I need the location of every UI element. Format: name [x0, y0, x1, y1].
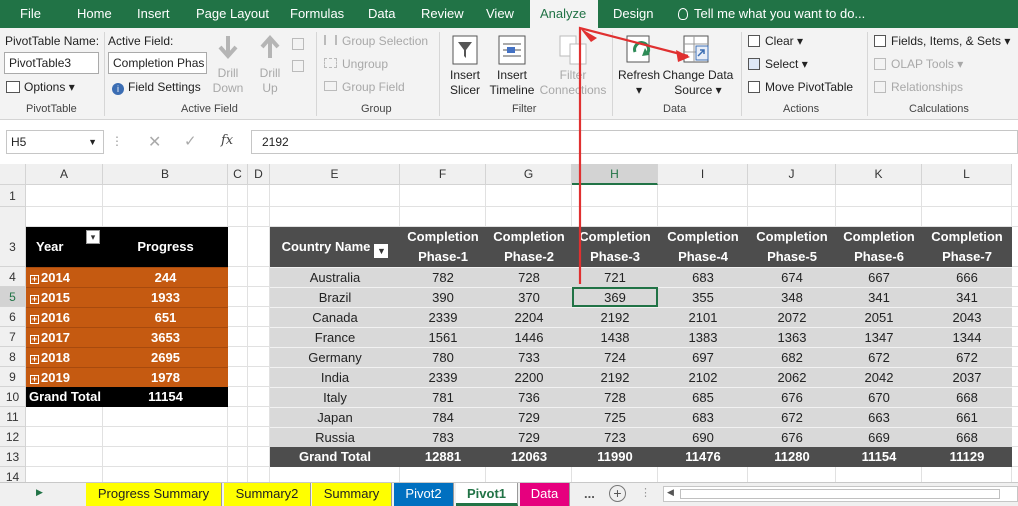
annotation-arrow-line	[578, 26, 689, 284]
annotation-arrows	[578, 26, 690, 284]
arrowhead-icon	[676, 50, 690, 62]
